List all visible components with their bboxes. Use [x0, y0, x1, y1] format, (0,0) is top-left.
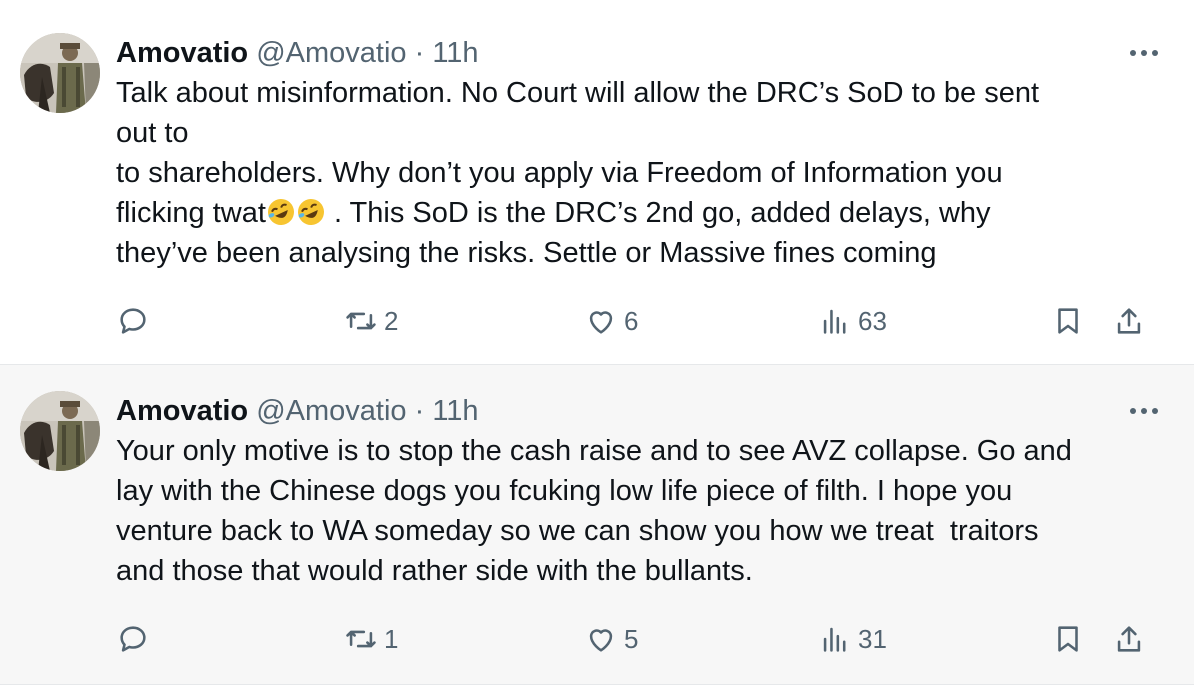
like-icon: [589, 629, 613, 652]
action-bar: 2 6 63: [116, 301, 1154, 341]
reply-button[interactable]: [116, 619, 156, 659]
reply-thread: Amovatio @Amovatio · 11h Talk about misi…: [0, 0, 1194, 692]
tweet-text-segment: . This SoD is the DRC’s 2nd go, added de…: [325, 197, 991, 229]
rolling-on-floor-laughing-emoji: [297, 199, 324, 225]
views-count: 31: [858, 623, 887, 654]
rolling-on-floor-laughing-emoji: [267, 199, 294, 225]
tweet-content: Amovatio @Amovatio · 11h Talk about misi…: [116, 33, 1164, 273]
more-options-button[interactable]: [1124, 391, 1164, 431]
repost-count: 2: [384, 305, 399, 336]
share-button[interactable]: [1112, 619, 1146, 659]
share-button[interactable]: [1112, 301, 1146, 341]
avatar-photo: [20, 391, 100, 471]
more-options-button[interactable]: [1124, 33, 1164, 73]
views-icon: [823, 309, 846, 334]
bookmark-icon: [1058, 308, 1078, 334]
timestamp[interactable]: 11h: [432, 395, 478, 427]
more-icon: [1130, 408, 1158, 414]
separator-dot: ·: [414, 37, 425, 69]
tweet-content: Amovatio @Amovatio · 11h Your only motiv…: [116, 391, 1164, 591]
username-handle[interactable]: @Amovatio: [256, 395, 406, 427]
reply-button[interactable]: [116, 301, 156, 341]
tweet-text-line: Your only motive is to stop the cash rai…: [116, 435, 1072, 467]
tweet-text-line: out to: [116, 117, 189, 149]
repost-icon: [346, 630, 376, 648]
like-button[interactable]: 5: [584, 619, 638, 659]
tweet-text-line: Talk about misinformation. No Court will…: [116, 77, 1040, 109]
username-handle[interactable]: @Amovatio: [256, 37, 406, 69]
timestamp[interactable]: 11h: [432, 37, 478, 69]
tweet-text-segment: flicking twat: [116, 197, 266, 229]
repost-button[interactable]: 1: [344, 619, 398, 659]
views-icon: [823, 627, 846, 652]
tweet-text: Your only motive is to stop the cash rai…: [116, 431, 1164, 591]
bookmark-button[interactable]: [1051, 619, 1085, 659]
views-button[interactable]: 31: [818, 619, 887, 659]
avatar-photo: [20, 33, 100, 113]
action-bar: 1 5 31: [116, 619, 1154, 659]
tweet-header: Amovatio @Amovatio · 11h: [116, 391, 1164, 431]
tweet-text-line: flicking twat . This SoD is the DRC’s 2n…: [116, 193, 1164, 233]
share-icon: [1117, 626, 1141, 652]
like-count: 6: [624, 305, 639, 336]
like-button[interactable]: 6: [584, 301, 638, 341]
tweet-text-line: and those that would rather side with th…: [116, 555, 753, 587]
tweet-text-line: venture back to WA someday so we can sho…: [116, 515, 1039, 547]
tweet-text-line: to shareholders. Why don’t you apply via…: [116, 157, 1003, 189]
display-name[interactable]: Amovatio: [116, 37, 248, 69]
tweet-header: Amovatio @Amovatio · 11h: [116, 33, 1164, 73]
avatar[interactable]: [20, 391, 100, 471]
repost-button[interactable]: 2: [344, 301, 398, 341]
bookmark-button[interactable]: [1051, 301, 1085, 341]
bookmark-icon: [1058, 626, 1078, 652]
reply-icon: [120, 308, 146, 334]
repost-icon: [346, 312, 376, 330]
views-count: 63: [858, 305, 887, 336]
like-icon: [589, 311, 613, 334]
avatar[interactable]: [20, 33, 100, 113]
like-count: 5: [624, 623, 639, 654]
repost-count: 1: [384, 623, 399, 654]
tweet[interactable]: Amovatio @Amovatio · 11h Your only motiv…: [0, 365, 1194, 685]
reply-icon: [120, 626, 146, 652]
views-button[interactable]: 63: [818, 301, 887, 341]
tweet-text-line: lay with the Chinese dogs you fcuking lo…: [116, 475, 1013, 507]
tweet-text: Talk about misinformation. No Court will…: [116, 73, 1164, 273]
tweet[interactable]: Amovatio @Amovatio · 11h Talk about misi…: [0, 0, 1194, 365]
tweet-text-line: they’ve been analysing the risks. Settle…: [116, 237, 937, 269]
separator-dot: ·: [414, 395, 425, 427]
more-icon: [1130, 50, 1158, 56]
display-name[interactable]: Amovatio: [116, 395, 248, 427]
share-icon: [1117, 308, 1141, 334]
